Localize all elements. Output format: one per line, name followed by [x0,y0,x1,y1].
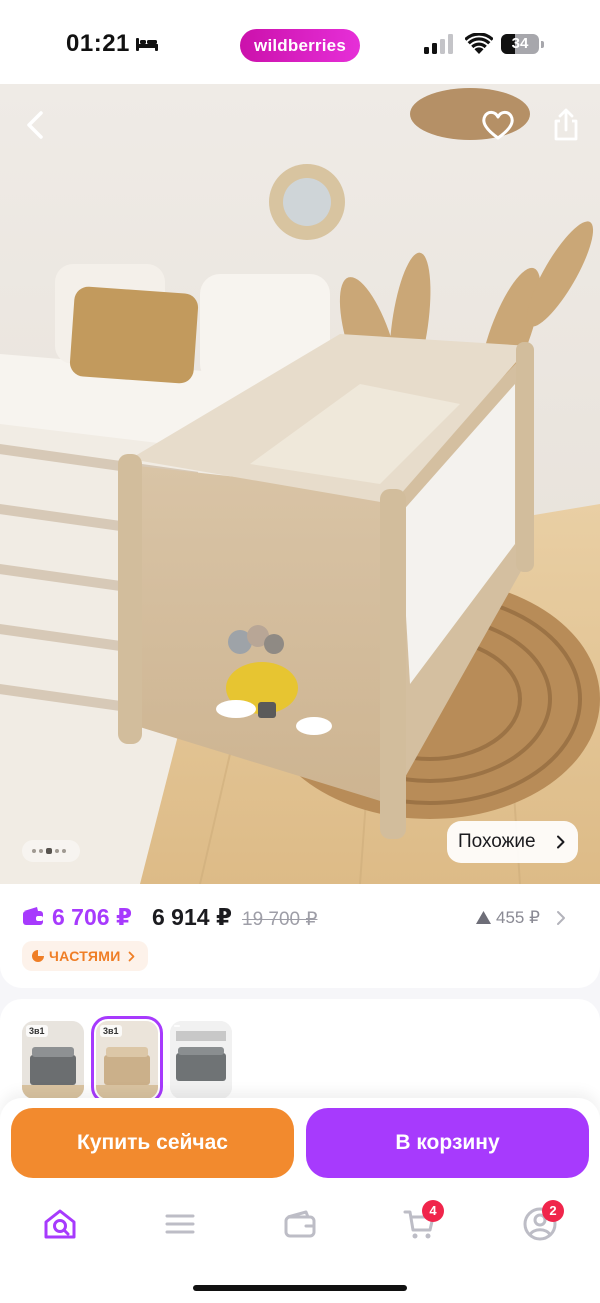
chevron-right-icon [557,835,565,849]
bottom-tab-bar: 4 2 [0,1190,600,1303]
wallet-icon[interactable] [282,1206,318,1242]
installments-label: ЧАСТЯМИ [49,948,121,964]
battery-level: 34 [511,35,529,52]
variant-tag: 3в1 [100,1025,122,1037]
variant-thumbnail-selected[interactable]: 3в1 [91,1016,163,1104]
battery-indicator: 34 [501,34,545,54]
profile-badge: 2 [542,1200,564,1222]
wallet-icon [23,907,43,925]
similar-products-button[interactable]: Похожие [447,821,578,863]
buy-now-button[interactable]: Купить сейчас [11,1108,294,1178]
sleep-mode-icon [136,38,158,51]
price-trend-up-icon [476,911,491,924]
variant-thumbnail[interactable] [170,1021,232,1099]
similar-products-label: Похожие [458,831,536,852]
back-icon[interactable] [14,103,58,147]
home-icon[interactable] [42,1206,78,1242]
pie-chart-icon [32,950,44,962]
profile-tab[interactable]: 2 [522,1200,564,1242]
chevron-right-icon [128,951,135,962]
battery-tip [541,41,544,48]
installments-badge[interactable]: ЧАСТЯМИ [22,941,148,971]
purchase-actions: Купить сейчас В корзину [0,1098,600,1190]
variant-image [170,1021,232,1099]
slide-dot-active [46,848,52,854]
old-price: 19 700 ₽ [242,909,318,930]
product-image-gallery[interactable]: Похожие [0,84,600,884]
share-icon[interactable] [544,103,588,147]
product-page: 01:21 wildberries 34 Похожие 6 706 ₽ 6 9… [0,0,600,1303]
current-price: 6 914 ₽ [152,904,232,930]
variant-tag [174,1025,180,1027]
product-photo [0,84,600,884]
catalog-icon[interactable] [162,1206,198,1242]
status-time: 01:21 [66,30,130,57]
heart-icon[interactable] [476,103,520,147]
add-to-cart-button[interactable]: В корзину [306,1108,589,1178]
price-section[interactable]: 6 706 ₽ 6 914 ₽ 19 700 ₽ 455 ₽ ЧАСТЯМИ [0,884,600,988]
cellular-signal-icon [424,34,453,54]
wifi-icon [465,33,493,54]
cart-badge: 4 [422,1200,444,1222]
variant-thumbnail[interactable]: 3в1 [22,1021,84,1099]
status-bar: 01:21 wildberries 34 [0,0,600,84]
wallet-price: 6 706 ₽ [52,904,132,930]
cart-tab[interactable]: 4 [402,1200,444,1242]
chevron-right-icon[interactable] [556,910,566,926]
slide-dot [55,849,59,853]
home-indicator[interactable] [193,1285,407,1291]
slide-indicator [22,840,80,862]
price-trend-value: 455 ₽ [496,908,540,927]
slide-dot [39,849,43,853]
variant-tag: 3в1 [26,1025,48,1037]
slide-dot [32,849,36,853]
brand-logo[interactable]: wildberries [240,29,360,62]
slide-dot [62,849,66,853]
